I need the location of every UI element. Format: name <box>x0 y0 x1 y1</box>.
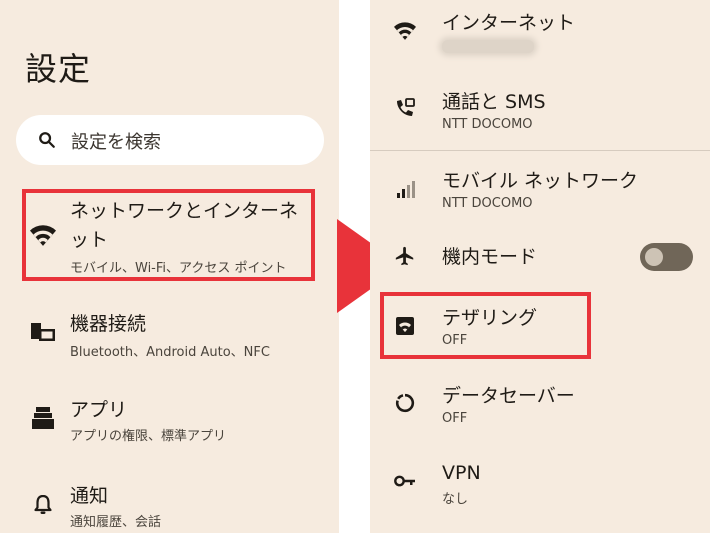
data-saver-icon <box>395 393 415 413</box>
settings-item-subtitle: NTT DOCOMO <box>442 196 533 211</box>
settings-item-title: VPN <box>442 462 481 484</box>
settings-item-apps[interactable]: アプリ アプリの権限、標準アプリ <box>0 394 339 450</box>
redacted-network-name <box>442 40 534 53</box>
settings-item-title: 通知 <box>70 485 109 507</box>
search-label: 設定を検索 <box>71 132 161 153</box>
vpn-key-icon <box>394 475 415 487</box>
settings-item-subtitle: アプリの権限、標準アプリ <box>70 429 227 444</box>
settings-item-title: データセーバー <box>442 385 575 407</box>
apps-icon <box>32 407 54 429</box>
settings-item-title: 機器接続 <box>70 313 147 335</box>
settings-item-vpn[interactable]: VPN なし <box>370 457 710 513</box>
highlight-box-network <box>22 189 315 281</box>
section-divider <box>370 150 710 151</box>
settings-item-subtitle: NTT DOCOMO <box>442 117 533 132</box>
settings-item-subtitle: OFF <box>442 411 468 426</box>
settings-item-notifications[interactable]: 通知 通知履歴、会話 <box>0 480 339 533</box>
airplane-icon <box>395 246 414 266</box>
settings-main-panel: 設定 設定を検索 ネットワークとインターネ ット モバイル、Wi-Fi、アクセス… <box>0 0 339 533</box>
signal-icon <box>397 181 415 198</box>
highlight-box-tethering <box>380 292 591 359</box>
settings-item-title: アプリ <box>70 399 128 421</box>
search-icon <box>39 132 55 148</box>
search-bar[interactable]: 設定を検索 <box>16 115 324 165</box>
wifi-icon <box>394 22 416 40</box>
settings-item-title: 通話と SMS <box>442 91 546 113</box>
network-settings-panel: インターネット 通話と SMS NTT DOCOMO モバイル ネットワーク N… <box>370 0 710 533</box>
settings-item-title: インターネット <box>442 12 576 34</box>
settings-item-subtitle: 通知履歴、会話 <box>70 515 162 530</box>
settings-item-connected-devices[interactable]: 機器接続 Bluetooth、Android Auto、NFC <box>0 308 339 364</box>
call-sms-icon <box>397 98 415 116</box>
settings-item-subtitle: Bluetooth、Android Auto、NFC <box>70 345 270 360</box>
settings-item-title: 機内モード <box>442 246 538 268</box>
settings-item-internet[interactable]: インターネット <box>370 0 710 70</box>
toggle-knob <box>645 248 663 266</box>
devices-icon <box>31 323 55 341</box>
page-title: 設定 <box>25 50 92 88</box>
settings-item-data-saver[interactable]: データセーバー OFF <box>370 380 710 436</box>
airplane-mode-toggle[interactable] <box>640 243 693 271</box>
settings-item-title: モバイル ネットワーク <box>442 170 639 192</box>
bell-icon <box>34 495 52 514</box>
settings-item-subtitle: なし <box>442 492 469 507</box>
settings-item-mobile-network[interactable]: モバイル ネットワーク NTT DOCOMO <box>370 165 710 221</box>
settings-item-calls-sms[interactable]: 通話と SMS NTT DOCOMO <box>370 86 710 142</box>
